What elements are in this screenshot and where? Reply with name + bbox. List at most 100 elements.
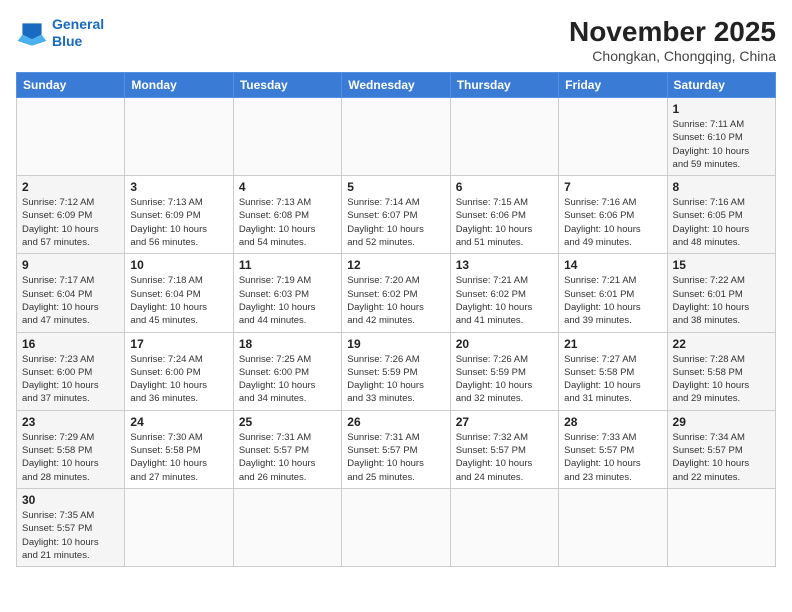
day-number: 23 — [22, 415, 119, 429]
location-title: Chongkan, Chongqing, China — [569, 48, 776, 64]
day-number: 27 — [456, 415, 553, 429]
day-number: 21 — [564, 337, 661, 351]
calendar-cell — [233, 98, 341, 176]
col-tuesday: Tuesday — [233, 73, 341, 98]
day-info: Sunrise: 7:31 AM Sunset: 5:57 PM Dayligh… — [347, 431, 444, 484]
day-number: 29 — [673, 415, 770, 429]
calendar-week-0: 1 Sunrise: 7:11 AM Sunset: 6:10 PM Daylig… — [17, 98, 776, 176]
calendar-week-3: 16 Sunrise: 7:23 AM Sunset: 6:00 PM Dayli… — [17, 332, 776, 410]
day-info: Sunrise: 7:34 AM Sunset: 5:57 PM Dayligh… — [673, 431, 770, 484]
month-title: November 2025 — [569, 16, 776, 48]
page: General Blue November 2025 Chongkan, Cho… — [0, 0, 792, 612]
calendar-cell: 1 Sunrise: 7:11 AM Sunset: 6:10 PM Daylig… — [667, 98, 775, 176]
col-saturday: Saturday — [667, 73, 775, 98]
day-number: 18 — [239, 337, 336, 351]
day-number: 2 — [22, 180, 119, 194]
day-info: Sunrise: 7:13 AM Sunset: 6:08 PM Dayligh… — [239, 196, 336, 249]
col-wednesday: Wednesday — [342, 73, 450, 98]
day-number: 30 — [22, 493, 119, 507]
calendar-cell: 19Sunrise: 7:26 AM Sunset: 5:59 PM Dayli… — [342, 332, 450, 410]
day-number: 8 — [673, 180, 770, 194]
calendar-cell — [233, 488, 341, 566]
day-number: 10 — [130, 258, 227, 272]
calendar-cell — [17, 98, 125, 176]
calendar-week-5: 30Sunrise: 7:35 AM Sunset: 5:57 PM Dayli… — [17, 488, 776, 566]
logo-general: General — [52, 16, 104, 32]
day-number: 17 — [130, 337, 227, 351]
calendar-cell: 20Sunrise: 7:26 AM Sunset: 5:59 PM Dayli… — [450, 332, 558, 410]
calendar-cell — [342, 98, 450, 176]
calendar-cell: 2 Sunrise: 7:12 AM Sunset: 6:09 PM Daylig… — [17, 176, 125, 254]
calendar-cell: 16 Sunrise: 7:23 AM Sunset: 6:00 PM Dayli… — [17, 332, 125, 410]
calendar-cell: 10 Sunrise: 7:18 AM Sunset: 6:04 PM Dayli… — [125, 254, 233, 332]
day-info: Sunrise: 7:18 AM Sunset: 6:04 PM Dayligh… — [130, 274, 227, 327]
title-block: November 2025 Chongkan, Chongqing, China — [569, 16, 776, 64]
calendar-cell: 14 Sunrise: 7:21 AM Sunset: 6:01 PM Dayli… — [559, 254, 667, 332]
calendar-cell — [125, 98, 233, 176]
header: General Blue November 2025 Chongkan, Cho… — [16, 16, 776, 64]
logo-icon — [16, 17, 48, 49]
calendar-cell: 12 Sunrise: 7:20 AM Sunset: 6:02 PM Dayli… — [342, 254, 450, 332]
day-info: Sunrise: 7:32 AM Sunset: 5:57 PM Dayligh… — [456, 431, 553, 484]
calendar-cell: 9 Sunrise: 7:17 AM Sunset: 6:04 PM Daylig… — [17, 254, 125, 332]
col-sunday: Sunday — [17, 73, 125, 98]
calendar-cell: 3Sunrise: 7:13 AM Sunset: 6:09 PM Daylig… — [125, 176, 233, 254]
calendar-cell: 6 Sunrise: 7:15 AM Sunset: 6:06 PM Daylig… — [450, 176, 558, 254]
calendar-cell: 13Sunrise: 7:21 AM Sunset: 6:02 PM Dayli… — [450, 254, 558, 332]
calendar-cell: 30Sunrise: 7:35 AM Sunset: 5:57 PM Dayli… — [17, 488, 125, 566]
col-monday: Monday — [125, 73, 233, 98]
day-info: Sunrise: 7:28 AM Sunset: 5:58 PM Dayligh… — [673, 353, 770, 406]
day-info: Sunrise: 7:21 AM Sunset: 6:02 PM Dayligh… — [456, 274, 553, 327]
calendar-cell: 17 Sunrise: 7:24 AM Sunset: 6:00 PM Dayli… — [125, 332, 233, 410]
day-info: Sunrise: 7:24 AM Sunset: 6:00 PM Dayligh… — [130, 353, 227, 406]
day-info: Sunrise: 7:17 AM Sunset: 6:04 PM Dayligh… — [22, 274, 119, 327]
day-info: Sunrise: 7:12 AM Sunset: 6:09 PM Dayligh… — [22, 196, 119, 249]
calendar-cell — [450, 488, 558, 566]
day-number: 6 — [456, 180, 553, 194]
calendar-week-4: 23 Sunrise: 7:29 AM Sunset: 5:58 PM Dayli… — [17, 410, 776, 488]
calendar-cell: 5 Sunrise: 7:14 AM Sunset: 6:07 PM Daylig… — [342, 176, 450, 254]
day-info: Sunrise: 7:21 AM Sunset: 6:01 PM Dayligh… — [564, 274, 661, 327]
day-number: 1 — [673, 102, 770, 116]
calendar-cell — [559, 98, 667, 176]
day-info: Sunrise: 7:26 AM Sunset: 5:59 PM Dayligh… — [347, 353, 444, 406]
calendar-header-row: Sunday Monday Tuesday Wednesday Thursday… — [17, 73, 776, 98]
day-info: Sunrise: 7:30 AM Sunset: 5:58 PM Dayligh… — [130, 431, 227, 484]
calendar-cell: 22Sunrise: 7:28 AM Sunset: 5:58 PM Dayli… — [667, 332, 775, 410]
day-number: 16 — [22, 337, 119, 351]
calendar-cell: 26 Sunrise: 7:31 AM Sunset: 5:57 PM Dayli… — [342, 410, 450, 488]
day-info: Sunrise: 7:15 AM Sunset: 6:06 PM Dayligh… — [456, 196, 553, 249]
calendar-cell: 11 Sunrise: 7:19 AM Sunset: 6:03 PM Dayli… — [233, 254, 341, 332]
day-info: Sunrise: 7:27 AM Sunset: 5:58 PM Dayligh… — [564, 353, 661, 406]
calendar-cell: 23 Sunrise: 7:29 AM Sunset: 5:58 PM Dayli… — [17, 410, 125, 488]
day-number: 12 — [347, 258, 444, 272]
day-info: Sunrise: 7:14 AM Sunset: 6:07 PM Dayligh… — [347, 196, 444, 249]
day-info: Sunrise: 7:11 AM Sunset: 6:10 PM Dayligh… — [673, 118, 770, 171]
logo: General Blue — [16, 16, 104, 50]
calendar-cell: 18Sunrise: 7:25 AM Sunset: 6:00 PM Dayli… — [233, 332, 341, 410]
calendar: Sunday Monday Tuesday Wednesday Thursday… — [16, 72, 776, 567]
logo-text: General Blue — [52, 16, 104, 50]
logo-blue: Blue — [52, 33, 104, 50]
day-number: 26 — [347, 415, 444, 429]
calendar-cell: 7Sunrise: 7:16 AM Sunset: 6:06 PM Daylig… — [559, 176, 667, 254]
calendar-cell — [450, 98, 558, 176]
day-number: 9 — [22, 258, 119, 272]
day-number: 3 — [130, 180, 227, 194]
calendar-cell: 21 Sunrise: 7:27 AM Sunset: 5:58 PM Dayli… — [559, 332, 667, 410]
day-number: 25 — [239, 415, 336, 429]
day-info: Sunrise: 7:23 AM Sunset: 6:00 PM Dayligh… — [22, 353, 119, 406]
col-thursday: Thursday — [450, 73, 558, 98]
day-number: 5 — [347, 180, 444, 194]
day-number: 24 — [130, 415, 227, 429]
day-info: Sunrise: 7:20 AM Sunset: 6:02 PM Dayligh… — [347, 274, 444, 327]
day-info: Sunrise: 7:29 AM Sunset: 5:58 PM Dayligh… — [22, 431, 119, 484]
day-info: Sunrise: 7:22 AM Sunset: 6:01 PM Dayligh… — [673, 274, 770, 327]
col-friday: Friday — [559, 73, 667, 98]
day-number: 14 — [564, 258, 661, 272]
day-number: 28 — [564, 415, 661, 429]
day-info: Sunrise: 7:19 AM Sunset: 6:03 PM Dayligh… — [239, 274, 336, 327]
day-number: 11 — [239, 258, 336, 272]
calendar-cell: 28Sunrise: 7:33 AM Sunset: 5:57 PM Dayli… — [559, 410, 667, 488]
calendar-cell — [125, 488, 233, 566]
